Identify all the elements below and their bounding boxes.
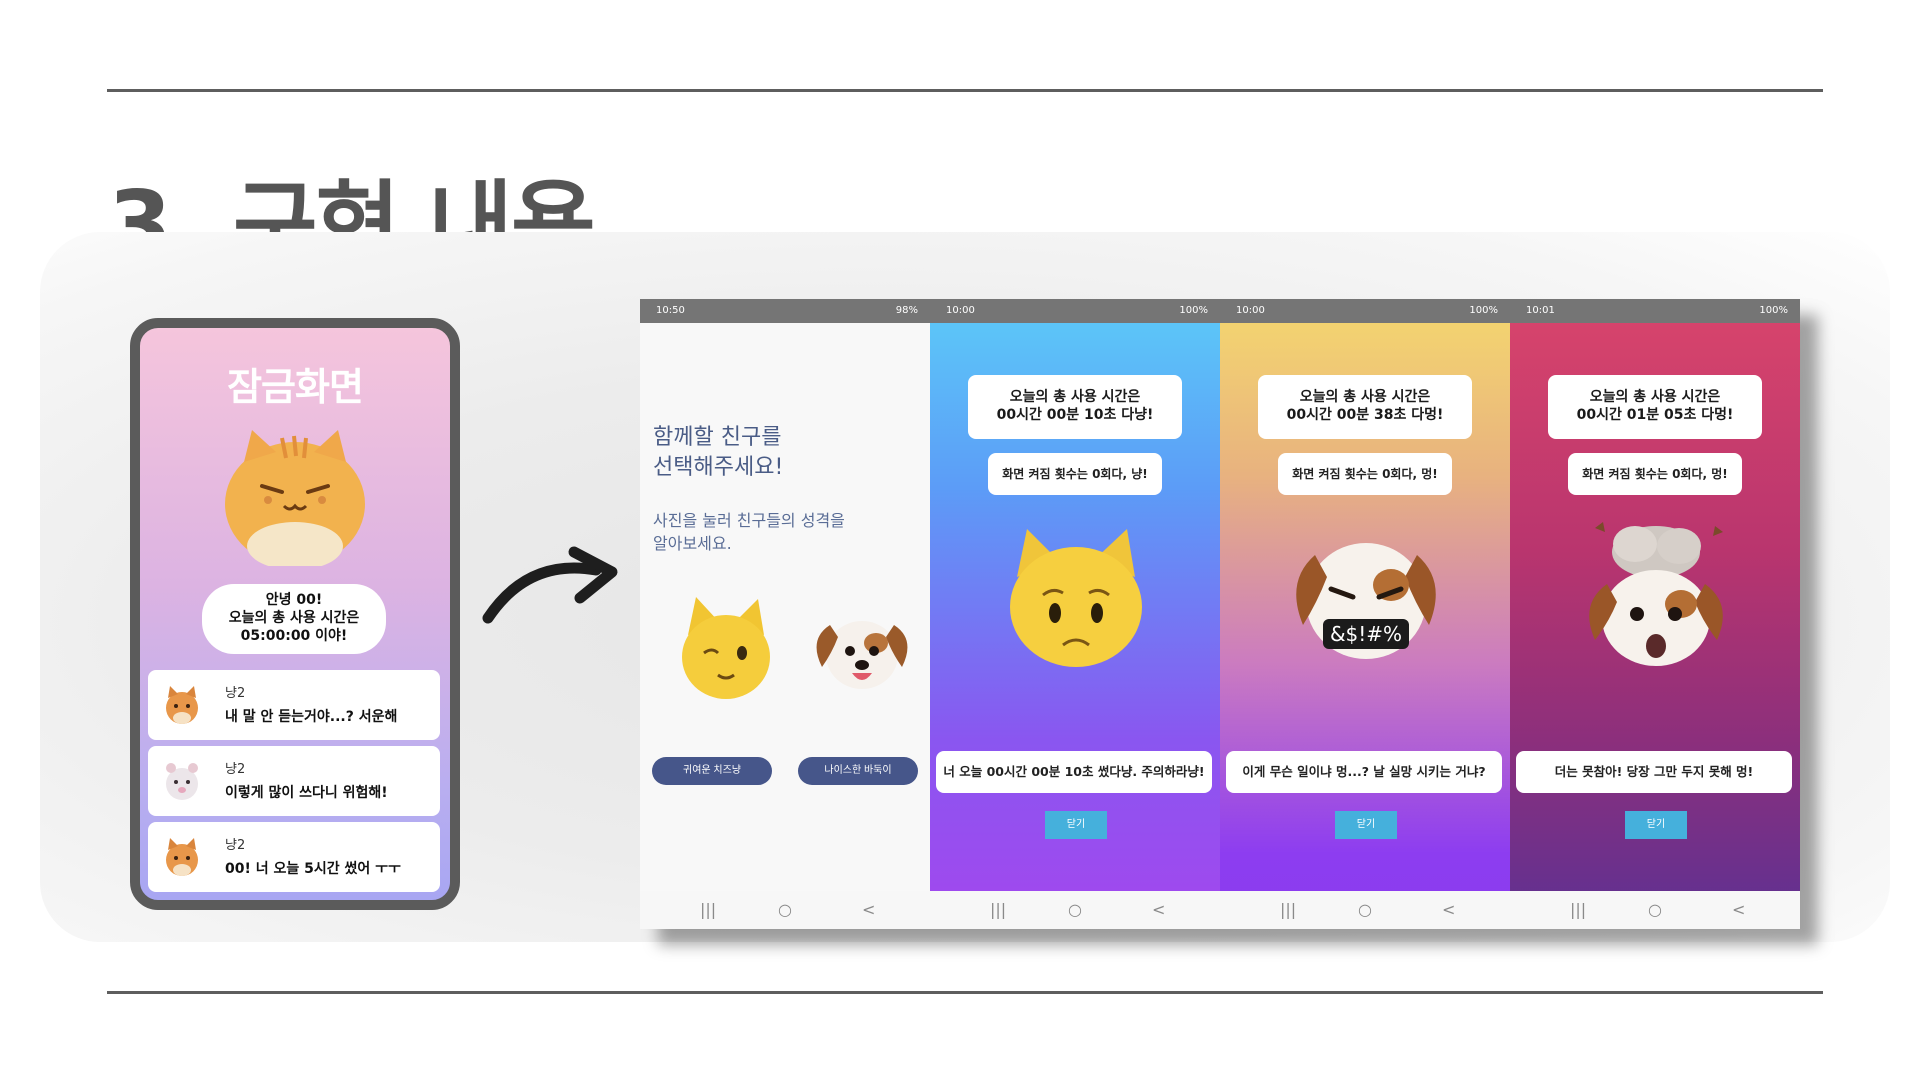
curved-arrow-icon xyxy=(482,546,618,624)
usage-line-1: 오늘의 총 사용 시간은 xyxy=(1589,389,1721,405)
sad-cat-emoji xyxy=(1010,529,1142,667)
close-button[interactable]: 닫기 xyxy=(1335,811,1397,839)
dog-exploding-screen: 10:01 100% 오늘의 총 사용 시간은 00시간 01분 05초 다멍!… xyxy=(1510,299,1800,929)
usage-line-1: 오늘의 총 사용 시간은 xyxy=(1009,389,1141,405)
nav-bar: ||| ○ < xyxy=(1510,891,1800,929)
usage-time-bubble: 오늘의 총 사용 시간은 00시간 00분 38초 다멍! xyxy=(1258,375,1472,439)
notification-message: 이렇게 많이 쓰다니 위험해! xyxy=(225,785,388,801)
status-bar: 10:50 98% xyxy=(640,299,930,323)
notification-card[interactable]: 냥2 이렇게 많이 쓰다니 위험해! xyxy=(148,746,440,816)
slide: 3. 구현 내용 잠금화면 안녕 00! 오늘의 총 사용 시간은 05:00:… xyxy=(0,0,1920,1080)
status-time: 10:00 xyxy=(946,305,975,316)
notification-sender: 냥2 xyxy=(225,838,246,853)
close-button[interactable]: 닫기 xyxy=(1045,811,1107,839)
back-icon[interactable]: < xyxy=(1732,900,1745,919)
warning-message: 너 오늘 00시간 00분 10초 썼다냥. 주의하라냥! xyxy=(936,751,1212,793)
recent-apps-icon[interactable]: ||| xyxy=(1570,900,1586,919)
back-icon[interactable]: < xyxy=(1442,900,1455,919)
greeting-line-2: 오늘의 총 사용 시간은 xyxy=(228,610,360,626)
subtitle-line-2: 알아보세요. xyxy=(653,534,732,553)
app-screenshots-strip: 10:50 98% 함께할 친구를 선택해주세요! 사진을 눌러 친구들의 성격… xyxy=(640,299,1800,929)
notification-card[interactable]: 냥2 00! 너 오늘 5시간 썼어 ㅜㅜ xyxy=(148,822,440,892)
home-icon[interactable]: ○ xyxy=(1358,900,1372,919)
usage-line-2: 00시간 00분 10초 다냥! xyxy=(996,407,1154,423)
status-bar: 10:00 100% xyxy=(930,299,1220,323)
usage-line-1: 오늘의 총 사용 시간은 xyxy=(1299,389,1431,405)
notification-message: 내 말 안 듣는거야...? 서운해 xyxy=(225,709,398,725)
battery-level: 100% xyxy=(1179,305,1208,316)
screen-on-count-bubble: 화면 켜짐 횟수는 0회다, 멍! xyxy=(1278,453,1452,495)
notification-card[interactable]: 냥2 내 말 안 듣는거야...? 서운해 xyxy=(148,670,440,740)
usage-time-bubble: 오늘의 총 사용 시간은 00시간 00분 10초 다냥! xyxy=(968,375,1182,439)
select-subtitle: 사진을 눌러 친구들의 성격을 알아보세요. xyxy=(653,509,845,555)
select-dog-button[interactable]: 나이스한 바둑이 xyxy=(798,757,918,785)
home-icon[interactable]: ○ xyxy=(1648,900,1662,919)
select-cat-button[interactable]: 귀여운 치즈냥 xyxy=(652,757,772,785)
usage-line-2: 00시간 00분 38초 다멍! xyxy=(1286,407,1444,423)
notification-message: 00! 너 오늘 5시간 썼어 ㅜㅜ xyxy=(225,861,401,877)
bottom-divider xyxy=(107,991,1823,994)
heading-line-2: 선택해주세요! xyxy=(653,455,784,480)
dog-angry-screen: 10:00 100% 오늘의 총 사용 시간은 00시간 00분 38초 다멍!… xyxy=(1220,299,1510,929)
battery-level: 100% xyxy=(1759,305,1788,316)
greeting-line-3: 05:00:00 이야! xyxy=(240,628,348,644)
notification-sender: 냥2 xyxy=(225,762,246,777)
cheese-cat-avatar xyxy=(225,430,365,566)
warning-message: 이게 무슨 일이냐 멍...? 날 실망 시키는 거냐? xyxy=(1226,751,1502,793)
recent-apps-icon[interactable]: ||| xyxy=(1280,900,1296,919)
nav-bar: ||| ○ < xyxy=(930,891,1220,929)
select-heading: 함께할 친구를 선택해주세요! xyxy=(653,423,783,483)
cat-avatar-icon xyxy=(166,838,198,876)
cat-warning-screen: 10:00 100% 오늘의 총 사용 시간은 00시간 00분 10초 다냥!… xyxy=(930,299,1220,929)
status-time: 10:01 xyxy=(1526,305,1555,316)
screen-on-count-bubble: 화면 켜짐 횟수는 0회다, 냥! xyxy=(988,453,1162,495)
usage-time-bubble: 오늘의 총 사용 시간은 00시간 01분 05초 다멍! xyxy=(1548,375,1762,439)
notification-sender: 냥2 xyxy=(225,686,246,701)
status-bar: 10:01 100% xyxy=(1510,299,1800,323)
heading-line-1: 함께할 친구를 xyxy=(653,425,782,450)
cursing-dog-emoji: &$!#% xyxy=(1296,543,1436,659)
nav-bar: ||| ○ < xyxy=(1220,891,1510,929)
screen-on-count-bubble: 화면 켜짐 횟수는 0회다, 멍! xyxy=(1568,453,1742,495)
home-icon[interactable]: ○ xyxy=(1068,900,1082,919)
battery-level: 100% xyxy=(1469,305,1498,316)
recent-apps-icon[interactable]: ||| xyxy=(990,900,1006,919)
warning-message: 더는 못참아! 당장 그만 두지 못해 멍! xyxy=(1516,751,1792,793)
back-icon[interactable]: < xyxy=(862,900,875,919)
nav-bar: ||| ○ < xyxy=(640,891,930,929)
cat-friend-image[interactable] xyxy=(678,595,774,701)
back-icon[interactable]: < xyxy=(1152,900,1165,919)
recent-apps-icon[interactable]: ||| xyxy=(700,900,716,919)
status-bar: 10:00 100% xyxy=(1220,299,1510,323)
lock-screen-phone: 잠금화면 안녕 00! 오늘의 총 사용 시간은 05:00:00 이야! 냥2 xyxy=(130,318,460,910)
lock-screen-title: 잠금화면 xyxy=(227,365,364,409)
exploding-dog-emoji xyxy=(1589,522,1723,666)
hamster-avatar-icon xyxy=(166,763,198,800)
dog-friend-image[interactable] xyxy=(812,609,912,695)
status-time: 10:50 xyxy=(656,305,685,316)
home-icon[interactable]: ○ xyxy=(778,900,792,919)
friend-select-screen: 10:50 98% 함께할 친구를 선택해주세요! 사진을 눌러 친구들의 성격… xyxy=(640,299,930,929)
top-divider xyxy=(107,89,1823,92)
cat-avatar-icon xyxy=(166,686,198,724)
lock-greeting-bubble: 안녕 00! 오늘의 총 사용 시간은 05:00:00 이야! xyxy=(202,584,386,654)
usage-line-2: 00시간 01분 05초 다멍! xyxy=(1576,407,1734,423)
battery-level: 98% xyxy=(895,305,918,316)
censored-text: &$!#% xyxy=(1330,622,1402,646)
greeting-line-1: 안녕 00! xyxy=(265,592,323,608)
close-button[interactable]: 닫기 xyxy=(1625,811,1687,839)
status-time: 10:00 xyxy=(1236,305,1265,316)
subtitle-line-1: 사진을 눌러 친구들의 성격을 xyxy=(653,511,845,530)
